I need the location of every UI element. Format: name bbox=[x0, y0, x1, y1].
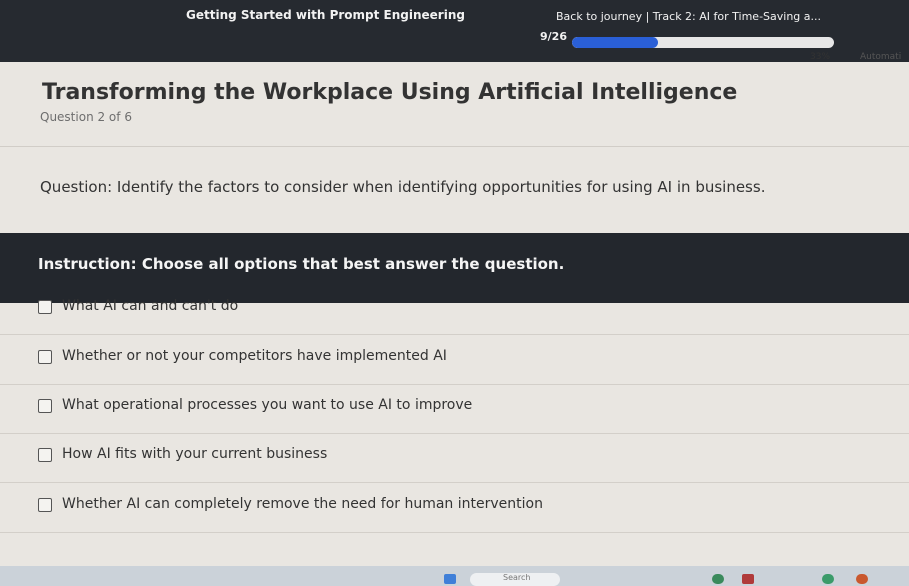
back-to-journey-link[interactable]: Back to journey | Track 2: AI for Time-S… bbox=[556, 10, 821, 23]
checkbox-icon[interactable] bbox=[38, 498, 52, 512]
checkbox-icon[interactable] bbox=[38, 300, 52, 314]
answer-option-label: Whether or not your competitors have imp… bbox=[62, 348, 447, 364]
app-icon[interactable] bbox=[712, 574, 724, 584]
answer-option[interactable]: Whether or not your competitors have imp… bbox=[0, 336, 909, 385]
answer-option-label: What operational processes you want to u… bbox=[62, 397, 473, 413]
progress-bar-fill bbox=[572, 37, 659, 48]
question-text: Question: Identify the factors to consid… bbox=[40, 178, 766, 196]
checkbox-icon[interactable] bbox=[38, 448, 52, 462]
instruction-text: Instruction: Choose all options that bes… bbox=[38, 255, 565, 273]
app-icon[interactable] bbox=[742, 574, 754, 584]
progress-bar bbox=[572, 37, 834, 48]
app-icon[interactable] bbox=[822, 574, 834, 584]
answer-option-label: How AI fits with your current business bbox=[62, 446, 328, 462]
answer-option-label: Whether AI can completely remove the nee… bbox=[62, 496, 543, 512]
autoplay-label[interactable]: Automati bbox=[860, 52, 901, 62]
divider bbox=[0, 146, 909, 147]
checkbox-icon[interactable] bbox=[38, 399, 52, 413]
answer-option[interactable]: What AI can and can't do bbox=[0, 286, 909, 335]
question-counter: Question 2 of 6 bbox=[40, 110, 132, 124]
answer-option[interactable]: How AI fits with your current business bbox=[0, 434, 909, 483]
answer-option[interactable]: What operational processes you want to u… bbox=[0, 385, 909, 434]
course-title: Getting Started with Prompt Engineering bbox=[186, 8, 465, 22]
top-navigation-bar: Getting Started with Prompt Engineering … bbox=[0, 0, 909, 62]
progress-percent: 33% bbox=[810, 52, 831, 62]
os-taskbar: Search bbox=[0, 566, 909, 586]
answer-option-label: What AI can and can't do bbox=[62, 298, 239, 314]
app-icon[interactable] bbox=[856, 574, 868, 584]
progress-count: 9/26 bbox=[540, 30, 567, 43]
checkbox-icon[interactable] bbox=[38, 350, 52, 364]
answer-option[interactable]: Whether AI can completely remove the nee… bbox=[0, 484, 909, 533]
search-label: Search bbox=[503, 573, 531, 582]
start-icon[interactable] bbox=[444, 574, 456, 584]
page-title: Transforming the Workplace Using Artific… bbox=[42, 80, 738, 105]
